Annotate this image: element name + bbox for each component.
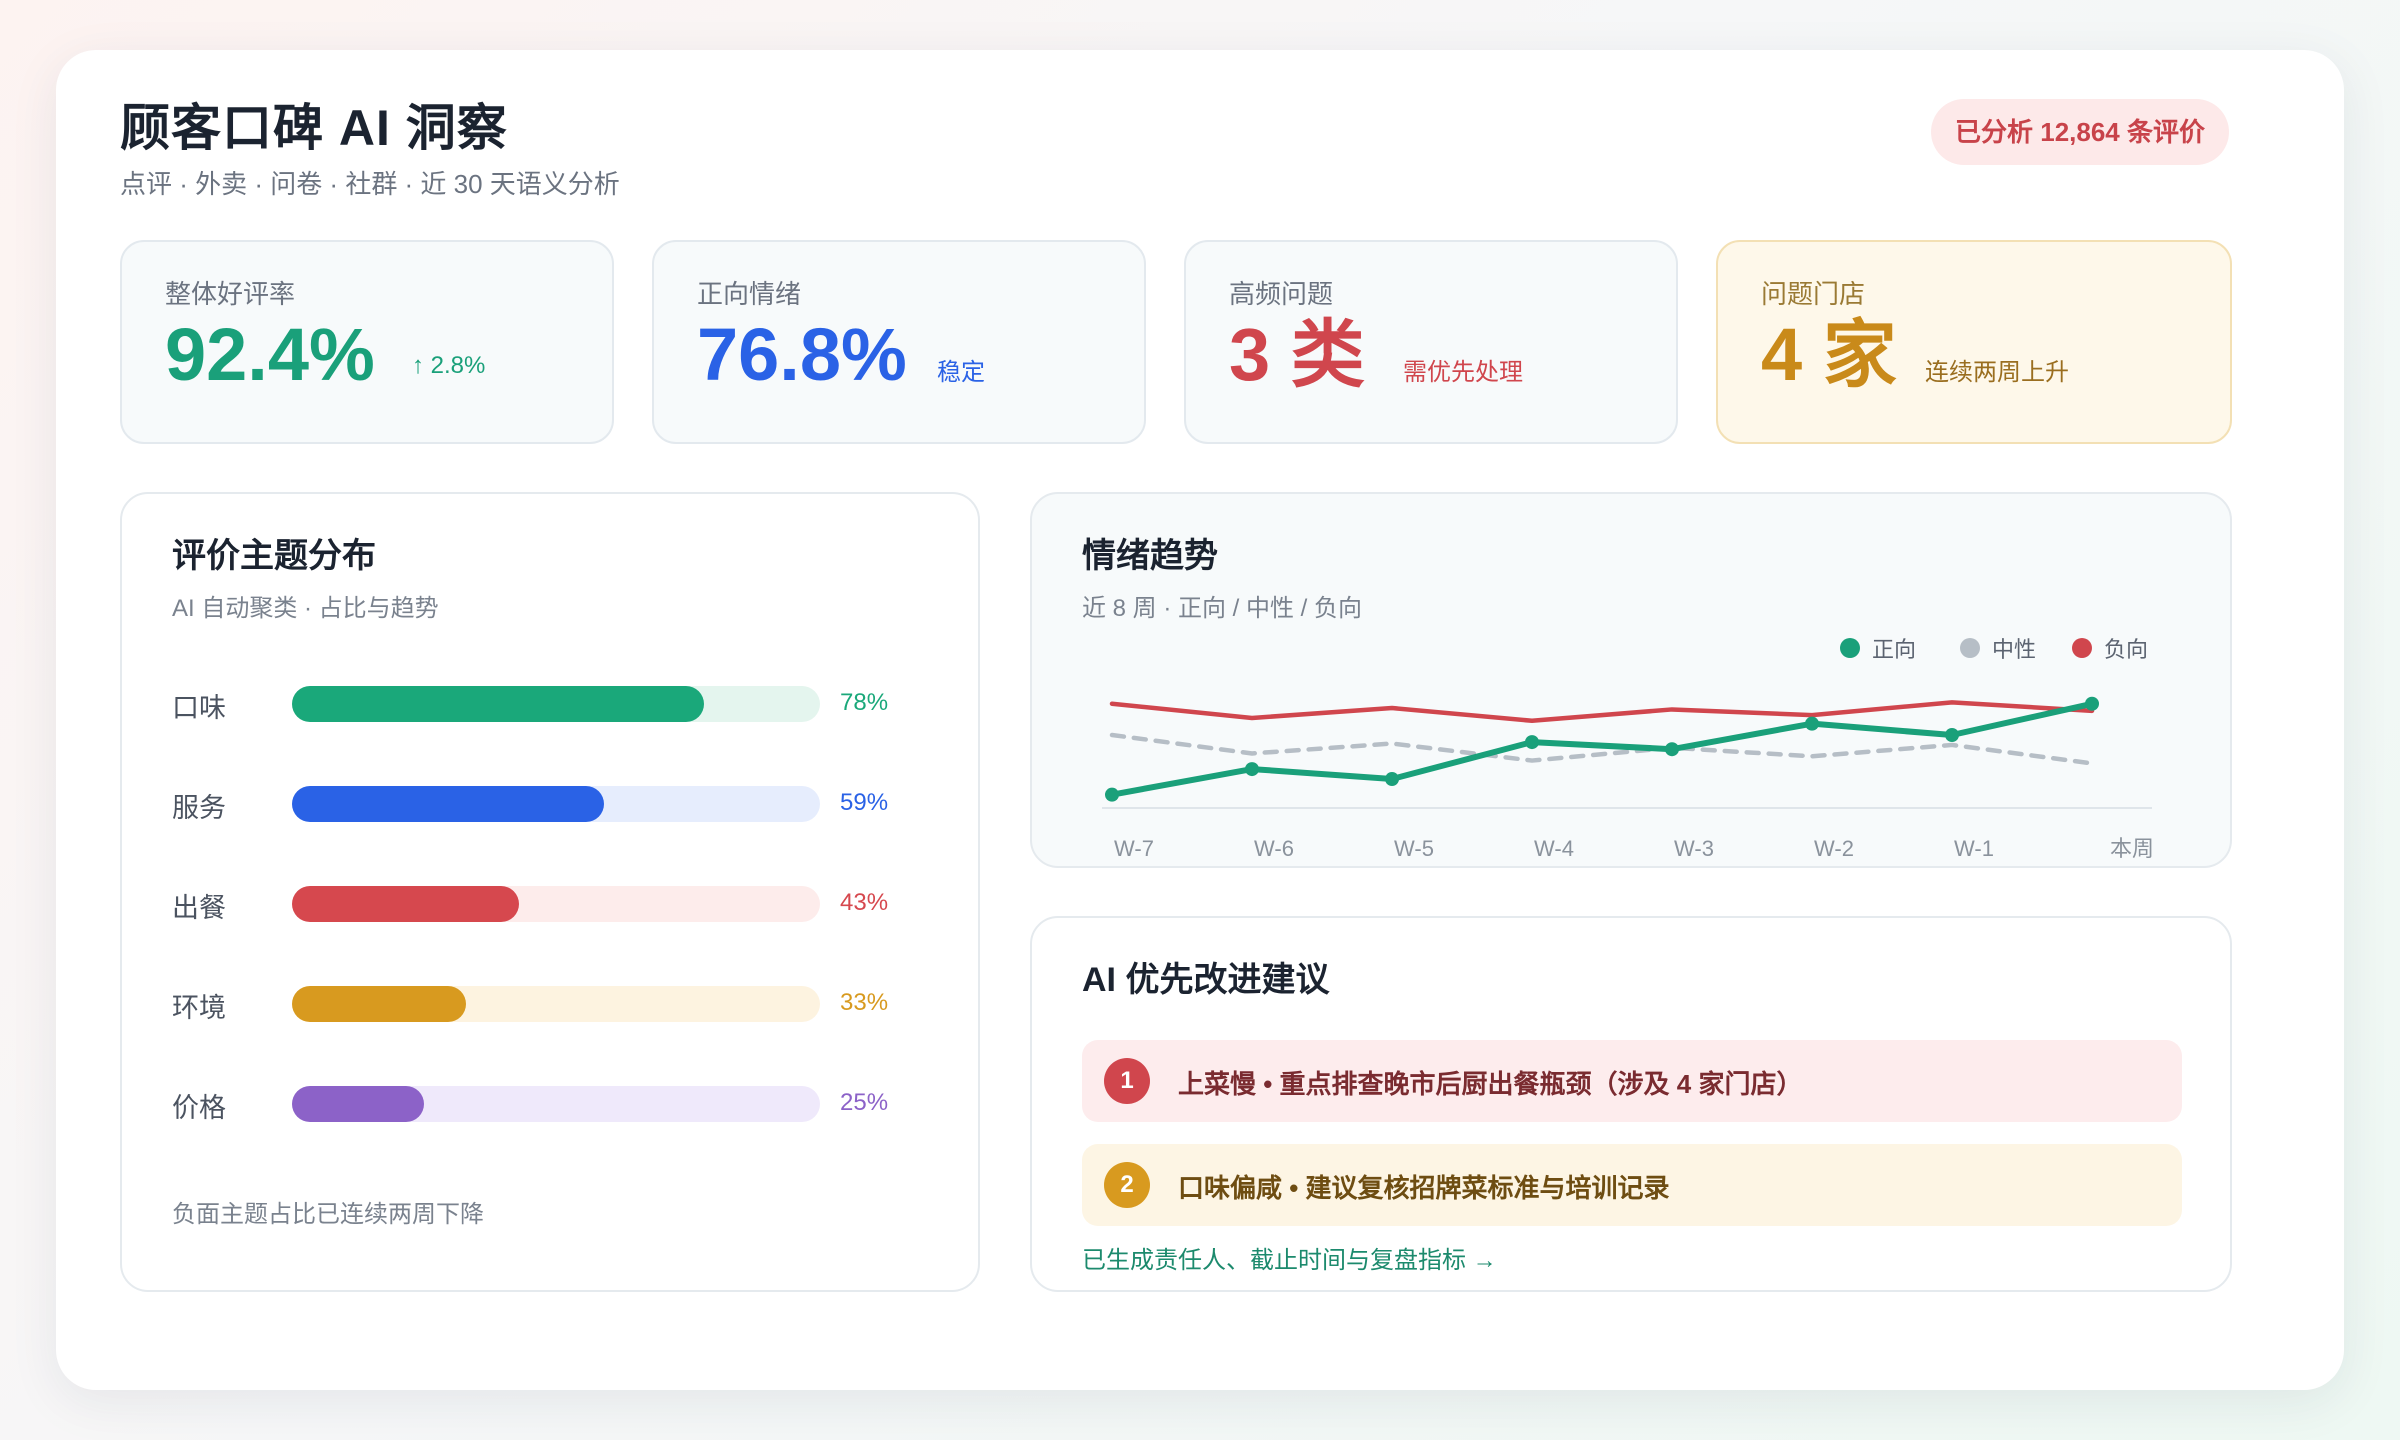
generated-owners-link[interactable]: 已生成责任人、截止时间与复盘指标 → (1082, 1240, 1497, 1275)
recommendation-item-2[interactable]: 2 口味偏咸 • 建议复核招牌菜标准与培训记录 (1082, 1144, 2182, 1226)
x-tick-label: 本周 (2110, 836, 2154, 861)
ai-recommendations-panel: AI 优先改进建议 1 上菜慢 • 重点排查晚市后厨出餐瓶颈（涉及 4 家门店）… (1030, 916, 2232, 1292)
kpi-value: 4 家 (1761, 313, 1897, 396)
kpi-label: 正向情绪 (697, 279, 802, 309)
topic-label: 出餐 (172, 893, 226, 923)
sentiment-trend-panel: 情绪趋势 近 8 周 · 正向 / 中性 / 负向 正向 中性 负向 W-7 W-… (1030, 492, 2232, 868)
kpi-label: 高频问题 (1229, 279, 1334, 309)
kpi-change-note: ↑ 2.8% (412, 352, 486, 379)
panel-title: 评价主题分布 (172, 537, 376, 575)
data-point-positive[interactable] (1525, 735, 1539, 750)
kpi-status-note: 需优先处理 (1403, 359, 1523, 386)
topic-percent: 43% (840, 889, 889, 916)
topic-percent: 59% (840, 789, 889, 816)
data-point-positive[interactable] (1805, 716, 1819, 731)
topic-bar-fill (292, 686, 704, 722)
topic-bar-track (292, 786, 820, 822)
topic-bar-track (292, 1086, 820, 1122)
topic-percent: 33% (840, 989, 889, 1016)
topic-percent: 25% (840, 1089, 889, 1116)
series-line-neutral (1109, 732, 2095, 766)
panel-subtitle: AI 自动聚类 · 占比与趋势 (172, 595, 439, 622)
kpi-label: 问题门店 (1761, 279, 1866, 309)
x-tick-label: W-3 (1674, 836, 1714, 861)
kpi-card-frequent-issues[interactable]: 高频问题 3 类 需优先处理 (1184, 240, 1678, 444)
data-point-positive[interactable] (1945, 728, 1959, 742)
topic-label: 环境 (172, 993, 226, 1023)
x-tick-label: W-2 (1814, 836, 1854, 861)
kpi-status-note: 稳定 (937, 359, 985, 386)
sentiment-line-chart: W-7 W-6 W-5 W-4 W-3 W-2 W-1 本周 (1102, 696, 2154, 861)
topic-label: 服务 (172, 793, 226, 823)
x-tick-label: W-1 (1954, 836, 1994, 861)
topic-label: 价格 (172, 1093, 226, 1123)
series-line-negative (1109, 700, 2095, 724)
analyzed-count-badge: 已分析 12,864 条评价 (1931, 99, 2229, 165)
kpi-card-problem-stores[interactable]: 问题门店 4 家 连续两周上升 (1716, 240, 2232, 444)
x-tick-label: W-4 (1534, 836, 1574, 861)
x-tick-label: W-6 (1254, 836, 1294, 861)
data-point-positive[interactable] (1385, 772, 1399, 787)
topic-label: 口味 (172, 693, 226, 723)
topic-bar-fill (292, 1086, 424, 1122)
topic-row-service[interactable]: 服务 59% (172, 784, 932, 824)
page-subtitle: 点评 · 外卖 · 问卷 · 社群 · 近 30 天语义分析 (120, 169, 620, 199)
kpi-value: 76.8% (697, 313, 907, 396)
data-point-positive[interactable] (1245, 762, 1259, 777)
topic-percent: 78% (840, 689, 889, 716)
panel-title: AI 优先改进建议 (1082, 961, 1330, 999)
topic-row-price[interactable]: 价格 25% (172, 1084, 932, 1124)
topic-bar-fill (292, 986, 467, 1022)
topic-footnote: 负面主题占比已连续两周下降 (172, 1201, 484, 1228)
data-point-positive[interactable] (1665, 742, 1679, 757)
page-title: 顾客口碑 AI 洞察 (120, 100, 508, 156)
kpi-status-note: 连续两周上升 (1925, 359, 2069, 386)
kpi-value: 3 类 (1229, 313, 1365, 396)
topic-bar-track (292, 886, 820, 922)
x-tick-label: W-5 (1394, 836, 1434, 861)
topic-bar-fill (292, 786, 604, 822)
recommendation-text: 上菜慢 • 重点排查晚市后厨出餐瓶颈（涉及 4 家门店） (1178, 1069, 1803, 1099)
recommendation-text: 口味偏咸 • 建议复核招牌菜标准与培训记录 (1178, 1173, 1670, 1203)
kpi-card-positive-sentiment[interactable]: 正向情绪 76.8% 稳定 (652, 240, 1146, 444)
topic-row-taste[interactable]: 口味 78% (172, 684, 932, 724)
kpi-value: 92.4% (165, 313, 375, 396)
data-point-positive[interactable] (2085, 696, 2099, 711)
recommendation-item-1[interactable]: 1 上菜慢 • 重点排查晚市后厨出餐瓶颈（涉及 4 家门店） (1082, 1040, 2182, 1122)
topic-bar-fill (292, 886, 520, 922)
topic-bar-track (292, 986, 820, 1022)
topic-row-serving[interactable]: 出餐 43% (172, 884, 932, 924)
priority-number-badge: 2 (1104, 1162, 1150, 1208)
topic-distribution-panel: 评价主题分布 AI 自动聚类 · 占比与趋势 口味 78% 服务 59% 出餐 … (120, 492, 980, 1292)
kpi-label: 整体好评率 (165, 279, 296, 309)
topic-bar-track (292, 686, 820, 722)
x-tick-label: W-7 (1114, 836, 1154, 861)
data-point-positive[interactable] (1105, 787, 1119, 802)
topic-row-environment[interactable]: 环境 33% (172, 984, 932, 1024)
priority-number-badge: 1 (1104, 1058, 1150, 1104)
kpi-card-positive-rate[interactable]: 整体好评率 92.4% ↑ 2.8% (120, 240, 614, 444)
